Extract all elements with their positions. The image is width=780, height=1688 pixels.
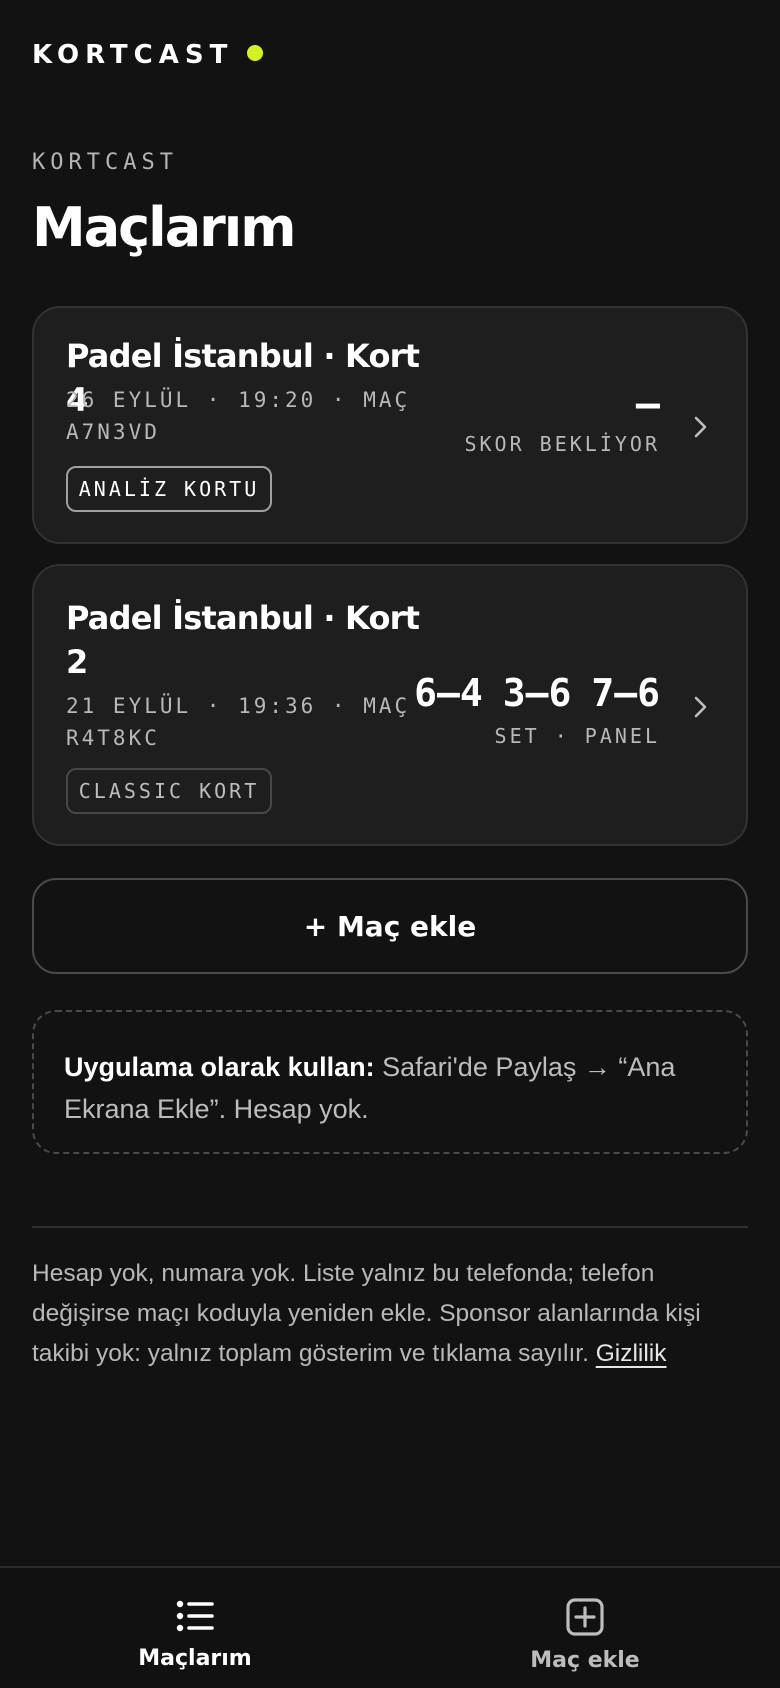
set-score: 3–6 bbox=[502, 671, 572, 715]
tab-label: Maçlarım bbox=[138, 1646, 252, 1671]
score-status: SKOR BEKLİYOR bbox=[464, 432, 660, 456]
status-dot-icon bbox=[247, 45, 264, 61]
tip-title: Uygulama olarak kullan: bbox=[64, 1052, 375, 1082]
install-tip: Uygulama olarak kullan: Safari'de Paylaş… bbox=[32, 1010, 748, 1154]
match-meta: 26 EYLÜL · 19:20 · MAÇ A7N3VD bbox=[66, 388, 411, 444]
set-score: 6–4 bbox=[414, 671, 483, 715]
chevron-right-icon bbox=[694, 416, 707, 438]
score-block: 6–4 3–6 7–6 SET · PANEL bbox=[414, 670, 660, 748]
match-tag: ANALİZ KORTU bbox=[66, 466, 272, 512]
divider bbox=[32, 1226, 748, 1228]
app-header: KORTCAST bbox=[32, 40, 264, 70]
chevron-right-icon bbox=[694, 696, 707, 718]
page-eyebrow: KORTCAST bbox=[32, 150, 178, 175]
match-card[interactable]: Padel İstanbul · Kort 2 21 EYLÜL · 19:36… bbox=[32, 564, 748, 846]
list-icon bbox=[176, 1600, 214, 1632]
match-card[interactable]: Padel İstanbul · Kort 4 26 EYLÜL · 19:20… bbox=[32, 306, 748, 544]
score-status: SET · PANEL bbox=[494, 724, 660, 748]
plus-square-icon bbox=[566, 1598, 604, 1636]
tab-label: Maç ekle bbox=[530, 1648, 640, 1673]
set-score: 7–6 bbox=[591, 671, 660, 715]
brand-logo: KORTCAST bbox=[32, 40, 234, 70]
set-scores: 6–4 3–6 7–6 bbox=[414, 670, 660, 716]
page-title: Maçlarım bbox=[32, 196, 297, 259]
privacy-note: Hesap yok, numara yok. Liste yalnız bu t… bbox=[32, 1254, 752, 1374]
match-tag: CLASSIC KORT bbox=[66, 768, 272, 814]
privacy-link[interactable]: Gizlilik bbox=[596, 1340, 667, 1367]
tab-add-match[interactable]: Maç ekle bbox=[390, 1568, 780, 1688]
add-match-button[interactable]: + Maç ekle bbox=[32, 878, 748, 974]
match-title: Padel İstanbul · Kort 2 bbox=[66, 599, 420, 681]
match-meta: 21 EYLÜL · 19:36 · MAÇ R4T8KC bbox=[66, 694, 411, 750]
tab-my-matches[interactable]: Maçlarım bbox=[0, 1568, 390, 1688]
bottom-tab-bar: Maçlarım Maç ekle bbox=[0, 1566, 780, 1688]
score-placeholder: – bbox=[635, 381, 660, 427]
score-block: – SKOR BEKLİYOR bbox=[464, 384, 660, 456]
